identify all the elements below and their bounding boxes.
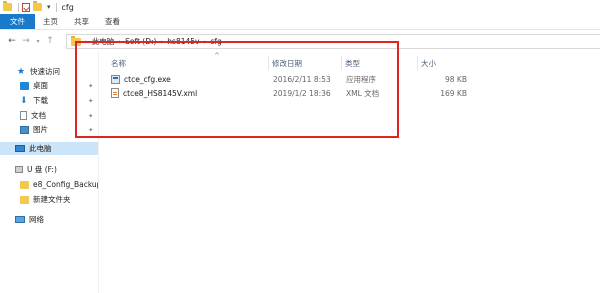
column-divider[interactable]	[341, 56, 342, 70]
file-list-view: ^ 名称 修改日期 类型 大小 ctce_cfg.exe 2016/2/11 8…	[99, 51, 600, 293]
sidebar-item-label: 此电脑	[29, 144, 52, 153]
sidebar-item-pictures[interactable]: 图片 ✦	[0, 123, 98, 136]
sidebar-item-network[interactable]: 网络	[0, 213, 98, 226]
file-size: 98 KB	[445, 74, 467, 84]
document-icon	[20, 111, 27, 120]
sidebar-item-label: 文档	[31, 111, 46, 120]
column-header-date[interactable]: 修改日期	[272, 58, 302, 69]
sidebar-item-quick-access[interactable]: ★ 快速访问	[0, 65, 98, 78]
tab-home[interactable]: 主页	[35, 14, 66, 29]
computer-icon	[15, 145, 25, 152]
toolbar-divider	[18, 2, 19, 12]
properties-icon[interactable]	[22, 2, 30, 12]
download-icon: ⬇	[20, 95, 28, 106]
pin-icon: ✦	[88, 96, 94, 105]
xml-icon	[111, 88, 119, 98]
sidebar-item-new-folder[interactable]: 新建文件夹	[0, 193, 98, 206]
ribbon-tabs: 文件 主页 共享 查看	[0, 14, 600, 30]
breadcrumb[interactable]: › 此电脑 › Soft (D:) › hs8145v › cfg	[66, 34, 600, 49]
file-row[interactable]: ctce_cfg.exe 2016/2/11 8:53 应用程序 98 KB	[107, 73, 467, 85]
tab-file[interactable]: 文件	[0, 14, 35, 29]
sidebar-item-documents[interactable]: 文档 ✦	[0, 109, 98, 122]
file-type: XML 文档	[346, 88, 380, 98]
chevron-right-icon[interactable]: ›	[203, 38, 206, 46]
sort-ascending-icon: ^	[214, 52, 220, 60]
column-header-type[interactable]: 类型	[345, 58, 360, 69]
desktop-icon	[20, 81, 29, 90]
file-row[interactable]: ctce8_HS8145V.xml 2019/1/2 18:36 XML 文档 …	[107, 87, 467, 99]
star-icon: ★	[17, 66, 26, 77]
tab-share[interactable]: 共享	[66, 14, 97, 29]
column-header-size[interactable]: 大小	[421, 58, 436, 69]
chevron-right-icon[interactable]: ›	[85, 38, 88, 46]
sidebar-item-e8-config-backup[interactable]: e8_Config_Backup	[0, 178, 98, 191]
address-bar: ← → ▾ ↑ › 此电脑 › Soft (D:) › hs8145v › cf…	[0, 31, 600, 51]
sidebar-item-usb-drive[interactable]: U 盘 (F:)	[0, 163, 98, 176]
title-divider	[55, 2, 57, 12]
navigation-pane: ★ 快速访问 桌面 ✦ ⬇ 下载 ✦ 文档 ✦ 图片 ✦ 此电脑 U 盘 (F:…	[0, 51, 99, 293]
file-type: 应用程序	[346, 74, 376, 84]
sidebar-item-label: 桌面	[33, 81, 48, 90]
sidebar-item-this-pc[interactable]: 此电脑	[0, 142, 98, 155]
new-folder-icon[interactable]	[33, 1, 42, 11]
usb-drive-icon	[15, 166, 23, 173]
sidebar-item-label: 新建文件夹	[33, 195, 71, 204]
chevron-right-icon[interactable]: ›	[118, 38, 121, 46]
recent-locations-chevron-icon[interactable]: ▾	[34, 34, 42, 48]
tab-view[interactable]: 查看	[97, 14, 128, 29]
up-arrow-icon[interactable]: ↑	[44, 34, 56, 48]
back-arrow-icon[interactable]: ←	[6, 34, 18, 48]
sidebar-item-label: 图片	[33, 125, 48, 134]
file-name: ctce8_HS8145V.xml	[123, 88, 198, 98]
title-bar: ▾ cfg	[0, 0, 600, 14]
pin-icon: ✦	[88, 111, 94, 120]
breadcrumb-cfg[interactable]: cfg	[210, 37, 222, 46]
network-icon	[15, 216, 25, 223]
breadcrumb-this-pc[interactable]: 此电脑	[92, 36, 115, 47]
sidebar-item-label: U 盘 (F:)	[27, 165, 57, 174]
file-date: 2019/1/2 18:36	[273, 88, 331, 98]
pin-icon: ✦	[88, 81, 94, 90]
folder-icon[interactable]	[3, 1, 12, 11]
breadcrumb-hs8145v[interactable]: hs8145v	[167, 37, 199, 46]
quick-access-dropdown-icon[interactable]: ▾	[47, 3, 51, 11]
column-divider[interactable]	[268, 56, 269, 70]
sidebar-item-downloads[interactable]: ⬇ 下载 ✦	[0, 94, 98, 107]
folder-icon	[20, 180, 29, 189]
file-date: 2016/2/11 8:53	[273, 74, 331, 84]
column-header-name[interactable]: 名称	[111, 58, 126, 69]
sidebar-item-label: 网络	[29, 215, 44, 224]
breadcrumb-soft-d[interactable]: Soft (D:)	[125, 37, 156, 46]
file-name: ctce_cfg.exe	[124, 74, 171, 84]
forward-arrow-icon[interactable]: →	[20, 34, 32, 48]
chevron-right-icon[interactable]: ›	[160, 38, 163, 46]
column-divider[interactable]	[417, 56, 418, 70]
exe-icon	[111, 74, 120, 84]
pin-icon: ✦	[88, 125, 94, 134]
pictures-icon	[20, 125, 29, 134]
sidebar-item-label: e8_Config_Backup	[33, 180, 98, 189]
window-title: cfg	[61, 2, 74, 12]
sidebar-item-desktop[interactable]: 桌面 ✦	[0, 79, 98, 92]
sidebar-item-label: 快速访问	[30, 67, 60, 76]
file-size: 169 KB	[440, 88, 467, 98]
folder-icon	[71, 35, 81, 46]
folder-icon	[20, 195, 29, 204]
sidebar-item-label: 下载	[33, 96, 48, 105]
